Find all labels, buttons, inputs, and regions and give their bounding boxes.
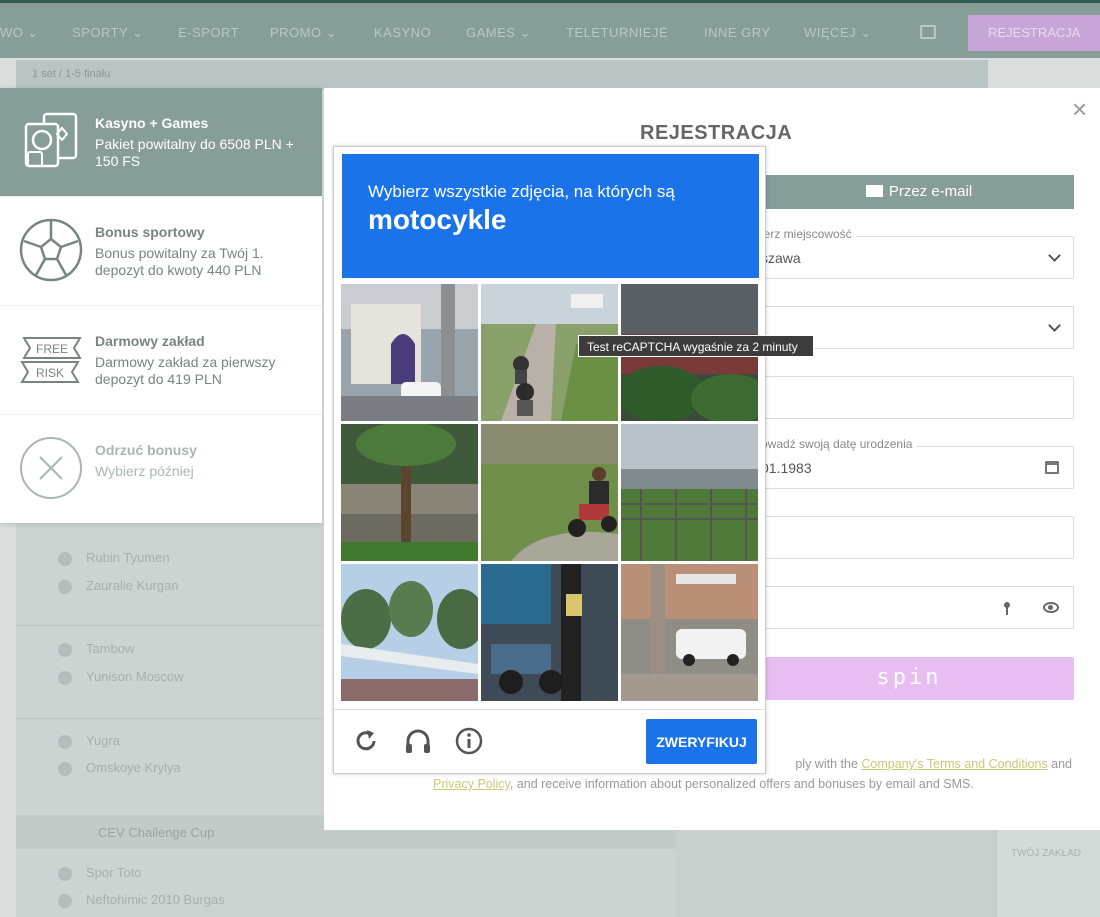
bonus-description: Darmowy zakład za pierwszy depozyt do 41… <box>95 354 276 387</box>
captcha-prompt: Wybierz wszystkie zdjęcia, na których są <box>368 182 675 201</box>
bonus-title: Kasyno + Games <box>95 115 209 131</box>
info-icon[interactable] <box>455 727 483 755</box>
bonus-option-decline[interactable]: Odrzuć bonusy Wybierz później <box>0 415 322 524</box>
soccer-ball-icon <box>19 218 83 282</box>
top-navigation: WO ⌄ SPORTY ⌄ E-SPORT PROMO ⌄ KASYNO GAM… <box>0 0 1100 58</box>
captcha-tile-building[interactable] <box>341 284 478 421</box>
nav-item-promo-left[interactable]: WO ⌄ <box>0 25 39 41</box>
calendar-icon[interactable] <box>1045 461 1059 474</box>
event-team[interactable]: Yunison Moscow <box>36 669 184 685</box>
privacy-link[interactable]: Privacy Policy <box>433 777 510 791</box>
recaptcha-challenge: Wybierz wszystkie zdjęcia, na których są… <box>333 146 766 774</box>
betslip-title: TWÓJ ZAKŁAD <box>1011 848 1082 859</box>
nav-item-games[interactable]: GAMES ⌄ <box>466 25 531 41</box>
submit-registration-button[interactable]: spin <box>744 657 1074 700</box>
captcha-tile-trees-sky[interactable] <box>341 564 478 701</box>
bonus-title: Odrzuć bonusy <box>95 442 197 458</box>
city-value: szawa <box>761 250 801 266</box>
chevron-down-icon <box>1048 319 1061 332</box>
nav-item-promo[interactable]: PROMO ⌄ <box>270 25 337 41</box>
event-team[interactable]: Neftohimic 2010 Burgas <box>36 892 225 908</box>
event-team[interactable]: Rubin Tyumen <box>36 550 170 566</box>
city-label: ierz miejscowość <box>757 227 856 241</box>
market-filter-bar: 1 set / 1-5 finału <box>16 60 988 90</box>
reload-icon[interactable] <box>352 727 380 755</box>
captcha-tile-market-bike[interactable] <box>481 564 618 701</box>
city-select[interactable]: ierz miejscowość szawa <box>744 227 1074 279</box>
league-name: CEV Challenge Cup <box>98 825 215 840</box>
birthdate-label: owadź swoją datę urodzenia <box>757 437 917 451</box>
nav-item-inne-gry[interactable]: INNE GRY <box>704 25 771 40</box>
event-team[interactable]: Tambow <box>36 641 134 657</box>
email-field[interactable] <box>744 376 1074 419</box>
email-tab-label: Przez e-mail <box>888 183 973 200</box>
birthdate-field[interactable]: owadź swoją datę urodzenia 01.1983 <box>744 437 1074 489</box>
phone-field[interactable] <box>744 516 1074 559</box>
captcha-tile-fence-field[interactable] <box>621 424 758 561</box>
header-register-button[interactable]: REJESTRACJA <box>968 15 1100 51</box>
password-field[interactable] <box>744 586 1074 629</box>
bonus-selection-panel: Kasyno + Games Pakiet powitalny do 6508 … <box>0 88 322 523</box>
svg-text:FREE: FREE <box>36 342 68 356</box>
captcha-header: Wybierz wszystkie zdjęcia, na których są… <box>342 154 759 278</box>
bonus-option-casino[interactable]: Kasyno + Games Pakiet powitalny do 6508 … <box>0 88 322 197</box>
modal-title: REJESTRACJA <box>640 122 793 144</box>
bonus-description: Pakiet powitalny do 6508 PLN + 150 FS <box>95 136 294 169</box>
captcha-target: motocykle <box>368 204 507 235</box>
bonus-option-sport[interactable]: Bonus sportowy Bonus powitalny za Twój 1… <box>0 197 322 306</box>
envelope-icon <box>865 185 883 197</box>
event-team[interactable]: Yugra <box>36 733 120 749</box>
close-icon[interactable]: × <box>1072 96 1087 122</box>
captcha-tile-street-car[interactable] <box>621 564 758 701</box>
bonus-title: Bonus sportowy <box>95 224 205 240</box>
tab-email-registration[interactable]: Przez e-mail <box>764 175 1074 209</box>
captcha-expiry-tooltip: Test reCAPTCHA wygaśnie za 2 minuty <box>578 335 814 357</box>
headphones-audio-icon[interactable] <box>404 727 432 755</box>
birthdate-value: 01.1983 <box>761 460 812 476</box>
decline-x-icon <box>20 437 82 499</box>
nav-item-sporty[interactable]: SPORTY ⌄ <box>72 25 144 41</box>
bonus-description: Wybierz później <box>95 463 194 479</box>
chevron-down-icon <box>1048 249 1061 262</box>
verify-button[interactable]: ZWERYFIKUJ <box>646 719 757 764</box>
casino-cards-icon <box>24 112 78 168</box>
terms-link[interactable]: Company's Terms and Conditions <box>861 757 1047 771</box>
bonus-option-free-bet[interactable]: FREE RISK Darmowy zakład Darmowy zakład … <box>0 306 322 415</box>
bonus-title: Darmowy zakład <box>95 333 205 349</box>
nav-item-teleturnieje[interactable]: TELETURNIEJE <box>566 25 668 40</box>
captcha-tile-rider-grass[interactable] <box>481 424 618 561</box>
market-filter-label: 1 set / 1-5 finału <box>32 68 111 80</box>
free-risk-icon: FREE RISK <box>20 337 82 383</box>
bonus-description: Bonus powitalny za Twój 1. depozyt do kw… <box>95 245 264 278</box>
event-team[interactable]: Omskoye Krylya <box>36 760 181 776</box>
svg-text:RISK: RISK <box>36 366 64 380</box>
event-team[interactable]: Zauralie Kurgan <box>36 578 179 594</box>
bet-slip-icon[interactable] <box>920 25 936 39</box>
event-team[interactable]: Spor Toto <box>36 865 141 881</box>
key-icon <box>1004 602 1010 615</box>
eye-icon[interactable] <box>1043 602 1059 613</box>
nav-item-wiecej[interactable]: WIĘCEJ ⌄ <box>804 25 872 41</box>
nav-item-kasyno[interactable]: KASYNO <box>374 25 431 40</box>
background-betslip: TWÓJ ZAKŁAD <box>996 830 1100 917</box>
captcha-tile-tree-road[interactable] <box>341 424 478 561</box>
nav-item-esport[interactable]: E-SPORT <box>178 25 239 40</box>
